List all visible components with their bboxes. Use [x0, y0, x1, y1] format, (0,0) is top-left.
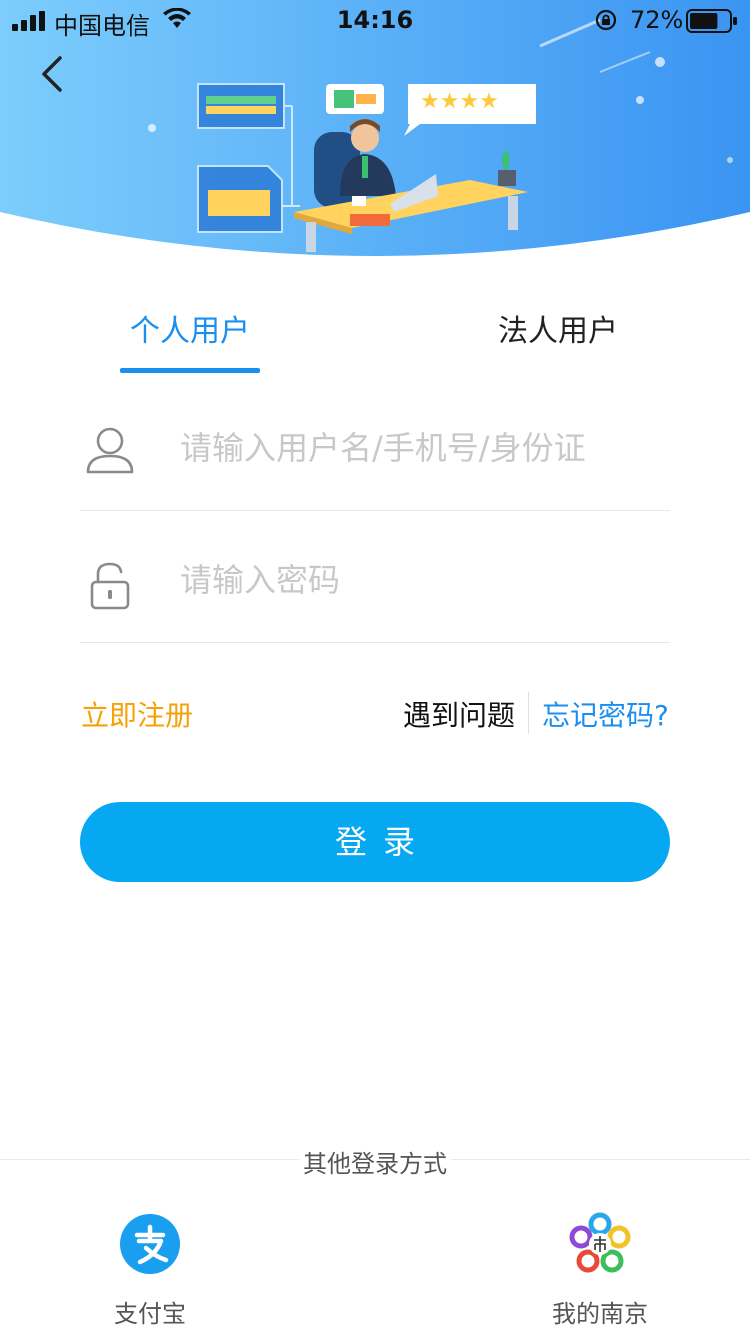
alipay-login-option[interactable]: 支付宝 — [80, 1212, 220, 1329]
problem-link[interactable]: 遇到问题 — [403, 694, 515, 734]
forgot-password-link[interactable]: 忘记密码? — [542, 694, 669, 734]
password-input[interactable] — [180, 548, 660, 612]
login-button[interactable]: 登录 — [80, 802, 670, 882]
alipay-icon[interactable] — [118, 1212, 182, 1276]
link-divider — [528, 692, 529, 734]
tab-personal-user[interactable]: 个人用户 — [100, 306, 280, 356]
other-login-title-text: 其他登录方式 — [299, 1150, 451, 1178]
battery-icon — [686, 9, 737, 33]
header-banner: ★★★★ 中国电信 14:16 72% — [0, 0, 750, 260]
alipay-label: 支付宝 — [114, 1300, 186, 1328]
active-tab-indicator — [120, 368, 260, 373]
user-icon — [86, 427, 134, 474]
register-link[interactable]: 立即注册 — [81, 694, 193, 734]
status-bar: 中国电信 14:16 72% — [0, 0, 750, 40]
svg-text:★★★★: ★★★★ — [420, 89, 499, 114]
back-button[interactable] — [34, 52, 74, 96]
other-login-title: 其他登录方式 — [0, 1144, 750, 1179]
chevron-left-icon — [42, 56, 62, 92]
my-nanjing-login-option[interactable]: 我的南京 — [530, 1212, 670, 1329]
rotation-lock-icon — [595, 9, 617, 31]
tab-legal-user[interactable]: 法人用户 — [468, 306, 648, 356]
battery-percent: 72% — [630, 6, 684, 34]
username-input[interactable] — [180, 416, 660, 480]
username-row — [80, 380, 670, 511]
my-nanjing-icon[interactable] — [568, 1212, 632, 1276]
my-nanjing-label: 我的南京 — [552, 1300, 648, 1328]
password-row — [80, 512, 670, 643]
lock-icon — [90, 562, 130, 610]
